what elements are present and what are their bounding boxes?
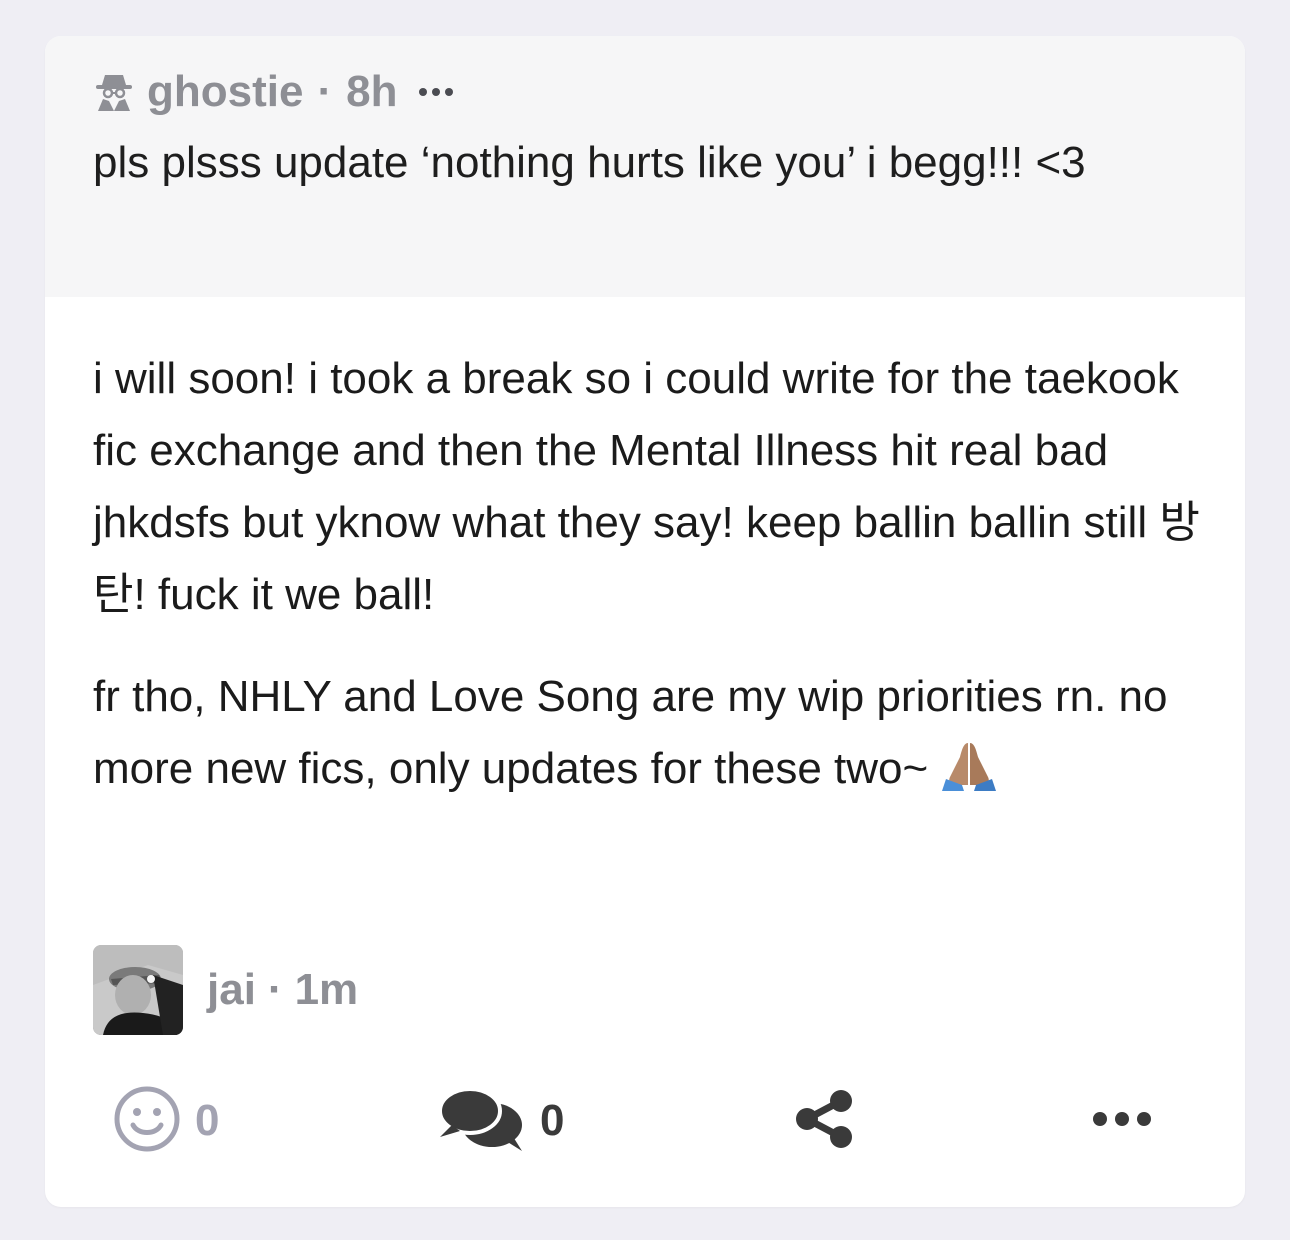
asker-name[interactable]: ghostie [147,67,303,117]
ask-text: pls plsss update ‘nothing hurts like you… [93,138,1086,187]
answer-timestamp: 1m [294,965,359,1014]
answer-body: i will soon! i took a break so i could w… [45,297,1245,805]
post-card: ghostie · 8h pls plsss update ‘nothing h… [45,36,1245,1207]
share-icon [793,1087,857,1156]
smiley-icon [113,1085,181,1158]
answer-text-2: fr tho, NHLY and Love Song are my wip pr… [93,672,1168,793]
anon-spy-icon [93,71,135,113]
ask-timestamp: 8h [346,67,398,116]
answer-paragraph: i will soon! i took a break so i could w… [93,343,1203,631]
separator-dot: · [317,67,333,116]
reply-button[interactable]: 0 [438,1081,564,1161]
ask-section: ghostie · 8h pls plsss update ‘nothing h… [45,36,1245,297]
author-name[interactable]: jai [207,965,256,1015]
react-button[interactable]: 0 [113,1081,219,1161]
action-bar: 0 0 [45,1081,1245,1161]
comments-icon [438,1085,526,1158]
folded-hands-icon [938,737,1000,793]
share-button[interactable] [793,1081,857,1161]
replies-count: 0 [540,1096,565,1145]
ask-more-icon[interactable] [419,88,454,96]
more-horizontal-icon [1090,1109,1154,1134]
answer-paragraph: fr tho, NHLY and Love Song are my wip pr… [93,661,1203,805]
avatar[interactable] [93,945,183,1035]
asker-row: ghostie · 8h [93,66,1197,118]
answer-text-1: i will soon! i took a break so i could w… [93,354,1200,619]
reactions-count: 0 [195,1096,220,1145]
more-button[interactable] [1090,1081,1154,1161]
author-row: jai · 1m [93,945,358,1035]
separator-dot: · [267,965,283,1014]
